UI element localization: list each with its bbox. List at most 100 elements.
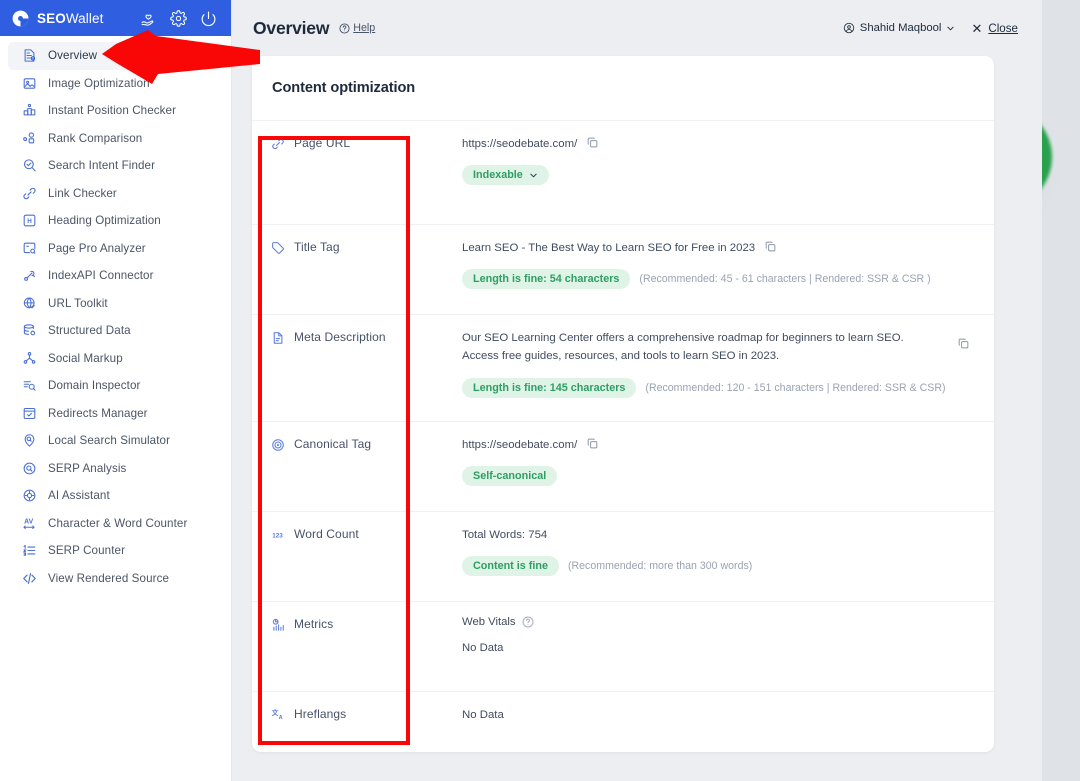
- metrics-chart-icon: [270, 617, 285, 632]
- svg-text:AV: AV: [24, 518, 33, 525]
- row-label: 123 Word Count: [252, 512, 407, 601]
- row-label: Canonical Tag: [252, 422, 407, 511]
- table-row: Meta Description Our SEO Learning Center…: [252, 314, 994, 421]
- row-value: https://seodebate.com/ Self-canonical: [407, 422, 994, 511]
- svg-text:H: H: [27, 218, 32, 225]
- serp-circle-icon: [21, 460, 37, 476]
- sidebar-item-label: View Rendered Source: [48, 571, 170, 585]
- translate-icon: 文 A: [270, 707, 285, 722]
- sidebar: SEOWallet Overview Image Optimization In…: [0, 0, 232, 781]
- sidebar-item-instant-position-checker[interactable]: Instant Position Checker: [8, 97, 223, 125]
- sidebar-item-link-checker[interactable]: Link Checker: [8, 180, 223, 208]
- table-row: Canonical Tag https://seodebate.com/ Sel…: [252, 421, 994, 511]
- row-label-text: Meta Description: [294, 330, 386, 344]
- sidebar-item-url-toolkit[interactable]: URL Toolkit: [8, 290, 223, 318]
- copy-icon[interactable]: [586, 136, 599, 149]
- card-title: Content optimization: [272, 80, 416, 96]
- title-tag-value: Learn SEO - The Best Way to Learn SEO fo…: [462, 242, 756, 254]
- sidebar-item-label: SERP Analysis: [48, 461, 127, 475]
- sidebar-item-search-intent-finder[interactable]: Search Intent Finder: [8, 152, 223, 180]
- page-title: Overview: [253, 17, 330, 38]
- brand-bar: SEOWallet: [0, 0, 231, 36]
- sidebar-item-heading-optimization[interactable]: H Heading Optimization: [8, 207, 223, 235]
- row-value: Web Vitals No Data: [407, 602, 994, 691]
- help-label: Help: [353, 22, 376, 34]
- sidebar-item-label: Redirects Manager: [48, 406, 148, 420]
- app-window: SEOWallet Overview Image Optimization In…: [0, 0, 1080, 781]
- user-name: Shahid Maqbool: [859, 22, 942, 34]
- heading-h-icon: H: [21, 213, 37, 229]
- sidebar-item-label: Structured Data: [48, 324, 131, 338]
- row-label-text: Page URL: [294, 136, 351, 150]
- help-circle-icon[interactable]: [522, 616, 534, 628]
- sidebar-item-label: Link Checker: [48, 186, 117, 200]
- sidebar-item-label: Overview: [48, 49, 98, 63]
- copy-icon[interactable]: [764, 240, 777, 253]
- sidebar-item-label: Instant Position Checker: [48, 104, 177, 118]
- sidebar-item-label: Image Optimization: [48, 76, 150, 90]
- recommendation-text: (Recommended: 120 - 151 characters | Ren…: [645, 381, 946, 394]
- gear-icon[interactable]: [170, 9, 187, 27]
- sidebar-item-label: Local Search Simulator: [48, 434, 171, 448]
- status-badge-label: Indexable: [473, 169, 523, 182]
- list-counter-icon: [21, 543, 37, 559]
- copy-icon[interactable]: [586, 437, 599, 450]
- share-nodes-icon: [21, 350, 37, 366]
- status-badge: Content is fine: [462, 556, 559, 577]
- value-line: Total Words: 754: [462, 526, 972, 544]
- hand-heart-icon[interactable]: [140, 10, 157, 27]
- table-row: 123 Word Count Total Words: 754 Content …: [252, 511, 994, 601]
- podium-icon: [21, 103, 37, 119]
- sidebar-item-redirects-manager[interactable]: Redirects Manager: [8, 400, 223, 428]
- page-header: Overview Help Shahid Maqbool ✕ Close: [252, 0, 1024, 56]
- sidebar-item-overview[interactable]: Overview: [8, 42, 223, 70]
- row-label-text: Hreflangs: [294, 707, 347, 721]
- 123-icon: 123: [270, 527, 285, 542]
- sidebar-item-page-pro-analyzer[interactable]: Page Pro Analyzer: [8, 235, 223, 263]
- row-label: 文 A Hreflangs: [252, 692, 407, 747]
- sidebar-item-view-rendered-source[interactable]: View Rendered Source: [8, 565, 223, 593]
- sidebar-item-local-search-simulator[interactable]: Local Search Simulator: [8, 427, 223, 455]
- sidebar-item-rank-comparison[interactable]: Rank Comparison: [8, 125, 223, 153]
- sidebar-item-character-word-counter[interactable]: AV Character & Word Counter: [8, 510, 223, 538]
- value-line: Our SEO Learning Center offers a compreh…: [462, 329, 972, 366]
- database-gear-icon: [21, 323, 37, 339]
- sidebar-item-serp-counter[interactable]: SERP Counter: [8, 537, 223, 565]
- sidebar-item-domain-inspector[interactable]: Domain Inspector: [8, 372, 223, 400]
- user-menu[interactable]: Shahid Maqbool: [843, 22, 956, 34]
- row-value: Learn SEO - The Best Way to Learn SEO fo…: [407, 225, 994, 314]
- page-container: Overview Help Shahid Maqbool ✕ Close Con…: [232, 0, 1042, 781]
- badge-line: Length is fine: 145 characters (Recommen…: [462, 377, 972, 398]
- copy-icon[interactable]: [957, 337, 970, 350]
- sidebar-item-ai-assistant[interactable]: AI Assistant: [8, 482, 223, 510]
- sidebar-item-social-markup[interactable]: Social Markup: [8, 345, 223, 373]
- canonical-url-value: https://seodebate.com/: [462, 439, 578, 451]
- web-vitals-header: Web Vitals: [462, 616, 972, 628]
- content-optimization-card: Content optimization Page URL https://se…: [252, 56, 994, 752]
- sidebar-item-structured-data[interactable]: Structured Data: [8, 317, 223, 345]
- tag-icon: [270, 240, 285, 255]
- brand-name: SEOWallet: [37, 10, 104, 26]
- sidebar-item-image-optimization[interactable]: Image Optimization: [8, 70, 223, 98]
- sidebar-item-label: URL Toolkit: [48, 296, 108, 310]
- row-value: Our SEO Learning Center offers a compreh…: [407, 315, 994, 421]
- word-count-value: Total Words: 754: [462, 529, 548, 541]
- status-badge[interactable]: Indexable: [462, 165, 549, 186]
- svg-text:文: 文: [271, 708, 279, 717]
- power-icon[interactable]: [200, 10, 217, 27]
- svg-text:123: 123: [272, 532, 283, 539]
- table-row: Title Tag Learn SEO - The Best Way to Le…: [252, 224, 994, 314]
- document-icon: [270, 330, 285, 345]
- sidebar-item-indexapi-connector[interactable]: IndexAPI Connector: [8, 262, 223, 290]
- badge-line: Length is fine: 54 characters (Recommend…: [462, 269, 972, 290]
- sidebar-item-label: Social Markup: [48, 351, 123, 365]
- sidebar-item-serp-analysis[interactable]: SERP Analysis: [8, 455, 223, 483]
- link-icon: [21, 185, 37, 201]
- sidebar-item-label: Page Pro Analyzer: [48, 241, 146, 255]
- globe-check-icon: [21, 295, 37, 311]
- code-brackets-icon: [21, 570, 37, 586]
- close-button[interactable]: ✕ Close: [971, 22, 1018, 35]
- help-link[interactable]: Help: [339, 22, 375, 34]
- sidebar-item-label: Domain Inspector: [48, 379, 141, 393]
- value-line: No Data: [462, 706, 972, 724]
